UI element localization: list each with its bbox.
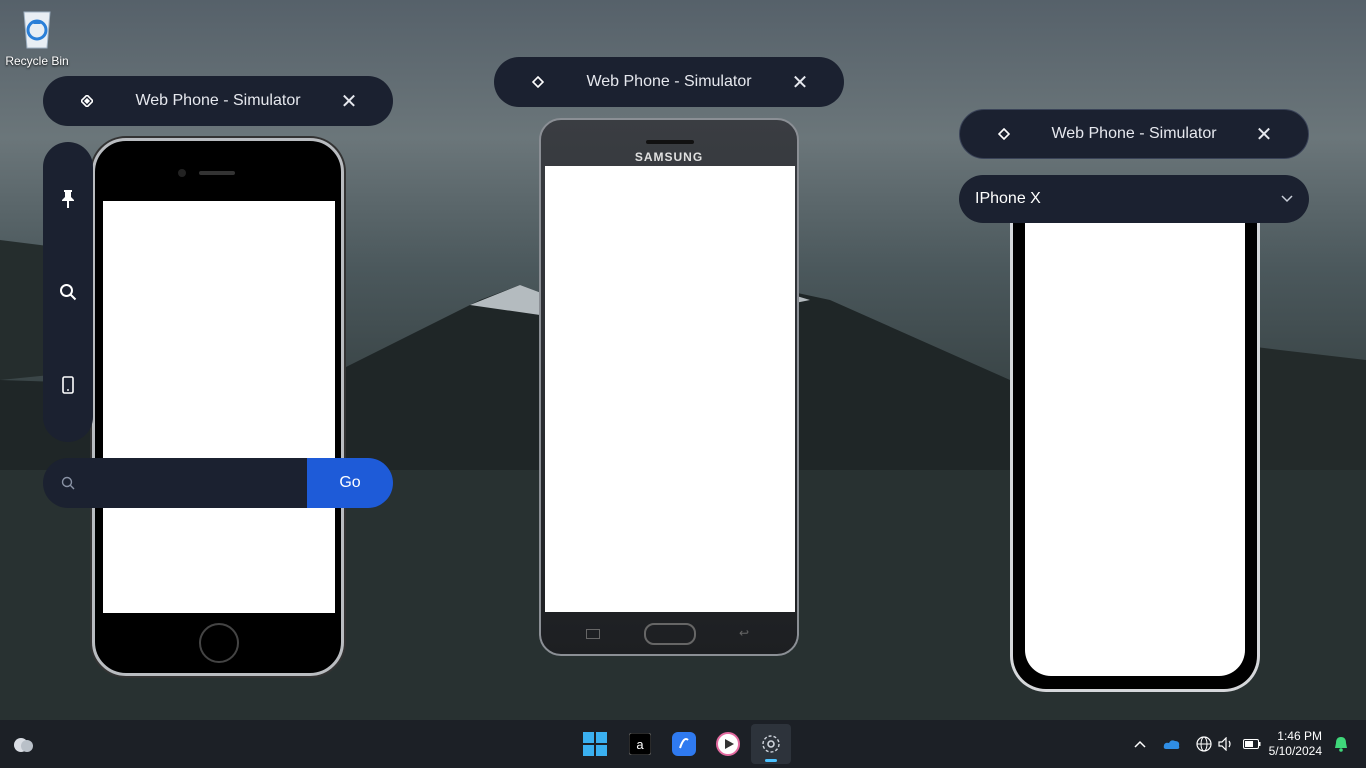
recycle-bin-label: Recycle Bin	[5, 54, 69, 68]
chevron-down-icon	[1281, 190, 1293, 208]
clock-date: 5/10/2024	[1268, 744, 1322, 758]
phone-screen[interactable]	[103, 201, 335, 613]
onedrive-icon[interactable]	[1161, 733, 1183, 755]
link-app-icon[interactable]	[668, 728, 700, 760]
simulator-titlebar-1[interactable]: Web Phone - Simulator ✕	[43, 76, 393, 126]
clock[interactable]: 1:46 PM 5/10/2024	[1269, 729, 1322, 759]
pin-icon[interactable]	[50, 181, 86, 217]
media-player-icon[interactable]	[712, 728, 744, 760]
window-title: Web Phone - Simulator	[1051, 125, 1217, 142]
device-icon[interactable]	[50, 367, 86, 403]
start-icon[interactable]	[579, 728, 611, 760]
close-icon[interactable]: ✕	[778, 70, 822, 95]
chevron-up-icon[interactable]	[1129, 733, 1151, 755]
diamond-icon[interactable]	[982, 128, 1026, 140]
device-select-value: IPhone X	[975, 190, 1041, 207]
weather-icon[interactable]	[8, 728, 40, 760]
recycle-bin[interactable]: Recycle Bin	[4, 6, 70, 68]
url-search-bar: Go	[43, 458, 393, 508]
simulator-app-icon[interactable]	[751, 724, 791, 764]
phone-screen[interactable]	[1025, 222, 1245, 676]
recycle-bin-icon	[19, 6, 55, 50]
close-icon[interactable]: ✕	[1242, 122, 1286, 147]
samsung-frame: SAMSUNG ↩	[539, 118, 799, 656]
window-title: Web Phone - Simulator	[135, 92, 301, 109]
recent-apps-icon[interactable]	[586, 629, 600, 639]
battery-icon[interactable]	[1241, 733, 1263, 755]
iphone-8-frame	[92, 138, 344, 676]
diamond-icon[interactable]	[65, 95, 109, 107]
front-camera	[178, 169, 186, 177]
earpiece	[199, 171, 235, 175]
home-button[interactable]	[644, 623, 696, 645]
device-select[interactable]: IPhone X	[959, 175, 1309, 223]
notification-bell-icon[interactable]	[1330, 733, 1352, 755]
go-button[interactable]: Go	[307, 458, 393, 508]
back-icon[interactable]: ↩	[739, 626, 749, 640]
volume-icon[interactable]	[1215, 733, 1237, 755]
system-tray: 1:46 PM 5/10/2024	[1129, 720, 1366, 768]
simulator-titlebar-2[interactable]: Web Phone - Simulator ✕	[494, 57, 844, 107]
samsung-logo: SAMSUNG	[634, 150, 704, 164]
globe-icon[interactable]	[1193, 733, 1215, 755]
phone-screen[interactable]	[545, 166, 795, 612]
taskbar: a 1:46 PM 5/10/2024	[0, 720, 1366, 768]
tool-sidebar	[43, 142, 93, 442]
close-icon[interactable]: ✕	[327, 89, 371, 114]
iphone-x-frame	[1010, 222, 1260, 692]
search-icon	[43, 476, 93, 490]
search-icon[interactable]	[50, 274, 86, 310]
diamond-icon[interactable]	[516, 76, 560, 88]
url-input[interactable]	[93, 458, 307, 508]
svg-text:a: a	[636, 737, 644, 752]
clock-time: 1:46 PM	[1277, 729, 1322, 743]
earpiece	[646, 140, 694, 144]
window-title: Web Phone - Simulator	[586, 73, 752, 90]
ai-app-icon[interactable]: a	[624, 728, 656, 760]
home-button[interactable]	[199, 623, 239, 663]
simulator-titlebar-3[interactable]: Web Phone - Simulator ✕	[959, 109, 1309, 159]
